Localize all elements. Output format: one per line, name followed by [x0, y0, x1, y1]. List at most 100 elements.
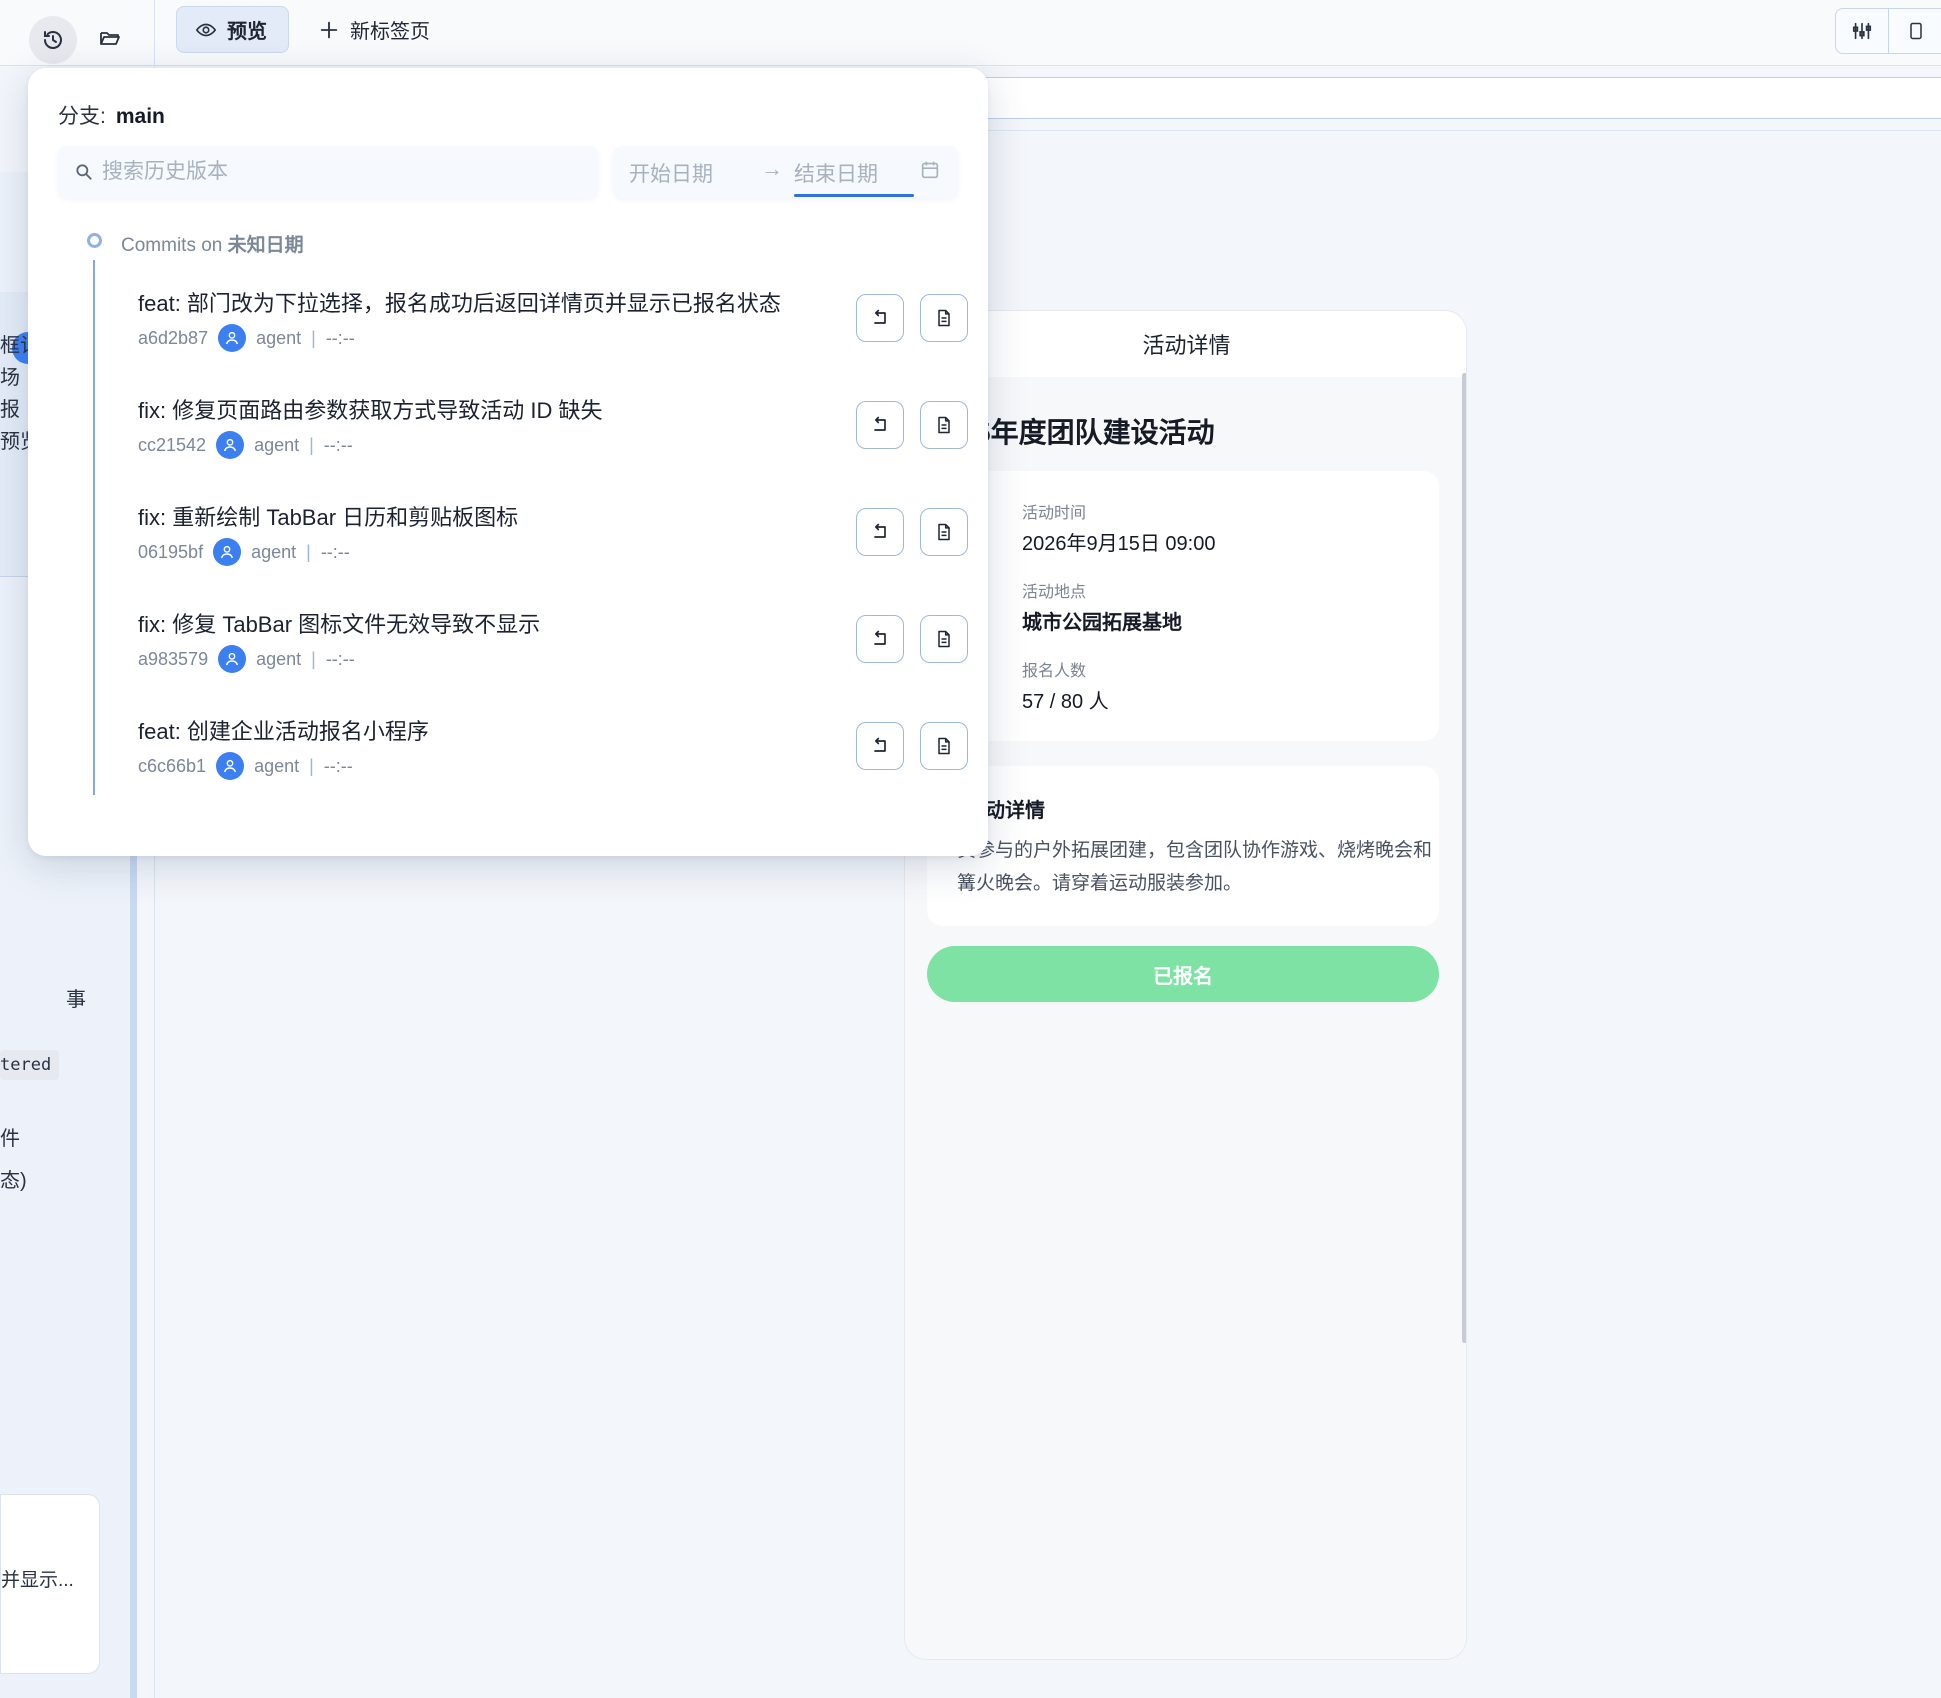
- new-tab-label: 新标签页: [350, 21, 430, 43]
- tab-preview[interactable]: 预览: [176, 6, 289, 53]
- right-toolbar: [1835, 8, 1941, 54]
- info-value: 城市公园拓展基地: [1022, 612, 1182, 634]
- info-label: 活动地点: [1022, 584, 1087, 601]
- calendar-icon[interactable]: [919, 159, 941, 181]
- phone-scrollbar[interactable]: [1462, 373, 1466, 1343]
- event-title: 5年度团队建设活动: [975, 417, 1215, 448]
- view-file-button[interactable]: [920, 294, 968, 342]
- commit-hash[interactable]: a983579: [138, 649, 208, 670]
- commit-hash[interactable]: 06195bf: [138, 542, 203, 563]
- info-value: 2026年9月15日 09:00: [1022, 533, 1216, 555]
- branch-label: 分支:: [58, 105, 106, 128]
- user-icon: [218, 324, 247, 352]
- search-icon: [76, 164, 92, 180]
- commit-meta: cc21542 agent | --:--: [138, 431, 353, 459]
- user-icon: [216, 752, 245, 780]
- date-active-underline: [794, 194, 914, 197]
- user-icon: [216, 431, 245, 459]
- description-card: 动详情 员参与的户外拓展团建，包含团队协作游戏、烧烤晚会和篝火晚会。请穿着运动服…: [927, 766, 1439, 926]
- info-label: 活动时间: [1022, 505, 1087, 522]
- phone-header-title: 活动详情: [1142, 333, 1231, 358]
- view-file-button[interactable]: [920, 615, 968, 663]
- view-file-button[interactable]: [920, 722, 968, 770]
- date-start-input[interactable]: 开始日期: [629, 158, 713, 188]
- commit-message: fix: 修复页面路由参数获取方式导致活动 ID 缺失: [138, 398, 603, 423]
- revert-button[interactable]: [856, 294, 904, 342]
- address-input[interactable]: [976, 77, 1941, 119]
- folder-open-icon: [100, 32, 120, 45]
- history-search[interactable]: [58, 146, 598, 198]
- view-file-button[interactable]: [920, 508, 968, 556]
- summary-card[interactable]: 并显示...: [0, 1494, 100, 1674]
- commit-meta: a983579 agent | --:--: [138, 645, 355, 673]
- history-popover: 分支: main 开始日期 → 结束日期 Commits on 未知日期 feat…: [28, 68, 988, 856]
- commit-author: agent: [256, 648, 302, 669]
- history-icon: [44, 31, 62, 49]
- text-fragment: 件: [0, 1128, 20, 1150]
- history-button[interactable]: [29, 16, 77, 64]
- commit-item[interactable]: feat: 创建企业活动报名小程序 c6c66b1 agent | --:--: [138, 714, 968, 814]
- separator: |: [309, 755, 314, 776]
- file-icon: [938, 737, 950, 755]
- commit-hash[interactable]: cc21542: [138, 435, 206, 456]
- history-search-input[interactable]: [102, 160, 582, 184]
- date-end-input[interactable]: 结束日期: [794, 158, 878, 188]
- timeline-line: [93, 260, 95, 795]
- info-row-count: 报名人数 57 / 80 人: [905, 657, 1439, 721]
- text-fragment: 报: [0, 399, 20, 421]
- commit-time: --:--: [320, 541, 350, 562]
- commit-message: feat: 部门改为下拉选择，报名成功后返回详情页并显示已报名状态: [138, 291, 781, 316]
- info-row-location: 活动地点 城市公园拓展基地: [905, 578, 1439, 642]
- commit-item[interactable]: fix: 修复 TabBar 图标文件无效导致不显示 a983579 agent…: [138, 607, 968, 707]
- eye-icon: [195, 23, 217, 36]
- text-fragment: 事: [66, 989, 86, 1011]
- commit-item[interactable]: feat: 部门改为下拉选择，报名成功后返回详情页并显示已报名状态 a6d2b8…: [138, 286, 968, 386]
- plus-icon: [320, 21, 338, 38]
- view-file-button[interactable]: [920, 401, 968, 449]
- revert-button[interactable]: [856, 722, 904, 770]
- text-fragment: 态): [0, 1170, 27, 1192]
- revert-icon: [874, 416, 886, 431]
- folder-button[interactable]: [92, 20, 128, 56]
- revert-button[interactable]: [856, 508, 904, 556]
- commit-hash[interactable]: c6c66b1: [138, 756, 206, 777]
- info-value: 57 / 80 人: [1022, 691, 1109, 713]
- revert-button[interactable]: [856, 401, 904, 449]
- branch-name: main: [115, 105, 165, 128]
- commit-time: --:--: [323, 755, 353, 776]
- commit-item[interactable]: fix: 重新绘制 TabBar 日历和剪贴板图标 06195bf agent …: [138, 500, 968, 600]
- file-icon: [938, 416, 950, 434]
- tab-preview-label: 预览: [227, 21, 267, 43]
- device-button[interactable]: [1889, 9, 1941, 53]
- commit-message: fix: 重新绘制 TabBar 日历和剪贴板图标: [138, 505, 519, 530]
- revert-icon: [874, 630, 886, 645]
- commit-author: agent: [256, 327, 302, 348]
- commit-author: agent: [254, 755, 300, 776]
- file-icon: [938, 309, 950, 327]
- commit-author: agent: [254, 434, 300, 455]
- separator: |: [311, 648, 316, 669]
- revert-icon: [874, 737, 886, 752]
- card-text: 并显示...: [1, 1570, 74, 1591]
- commit-item[interactable]: fix: 修复页面路由参数获取方式导致活动 ID 缺失 cc21542 agen…: [138, 393, 968, 493]
- separator: |: [311, 327, 316, 348]
- date-range-picker[interactable]: 开始日期 → 结束日期: [613, 146, 958, 198]
- inline-code: tered: [0, 1050, 60, 1080]
- toolbar-left-section: [0, 0, 155, 66]
- file-icon: [938, 630, 950, 648]
- info-card: 活动时间 2026年9月15日 09:00 活动地点 城市公园拓展基地 报名人数…: [905, 471, 1439, 741]
- revert-button[interactable]: [856, 615, 904, 663]
- branch-row: 分支: main: [58, 100, 165, 130]
- commit-hash[interactable]: a6d2b87: [138, 328, 208, 349]
- separator: |: [306, 541, 311, 562]
- file-icon: [938, 523, 950, 541]
- revert-icon: [874, 523, 886, 538]
- adjust-button[interactable]: [1836, 9, 1889, 53]
- signed-up-button[interactable]: 已报名: [927, 946, 1439, 1002]
- top-toolbar: 预览 新标签页: [0, 0, 1941, 66]
- phone-header: 活动详情: [905, 311, 1466, 377]
- new-tab-button[interactable]: 新标签页: [318, 6, 430, 53]
- user-icon: [213, 538, 242, 566]
- commit-message: fix: 修复 TabBar 图标文件无效导致不显示: [138, 612, 541, 637]
- commit-time: --:--: [325, 648, 355, 669]
